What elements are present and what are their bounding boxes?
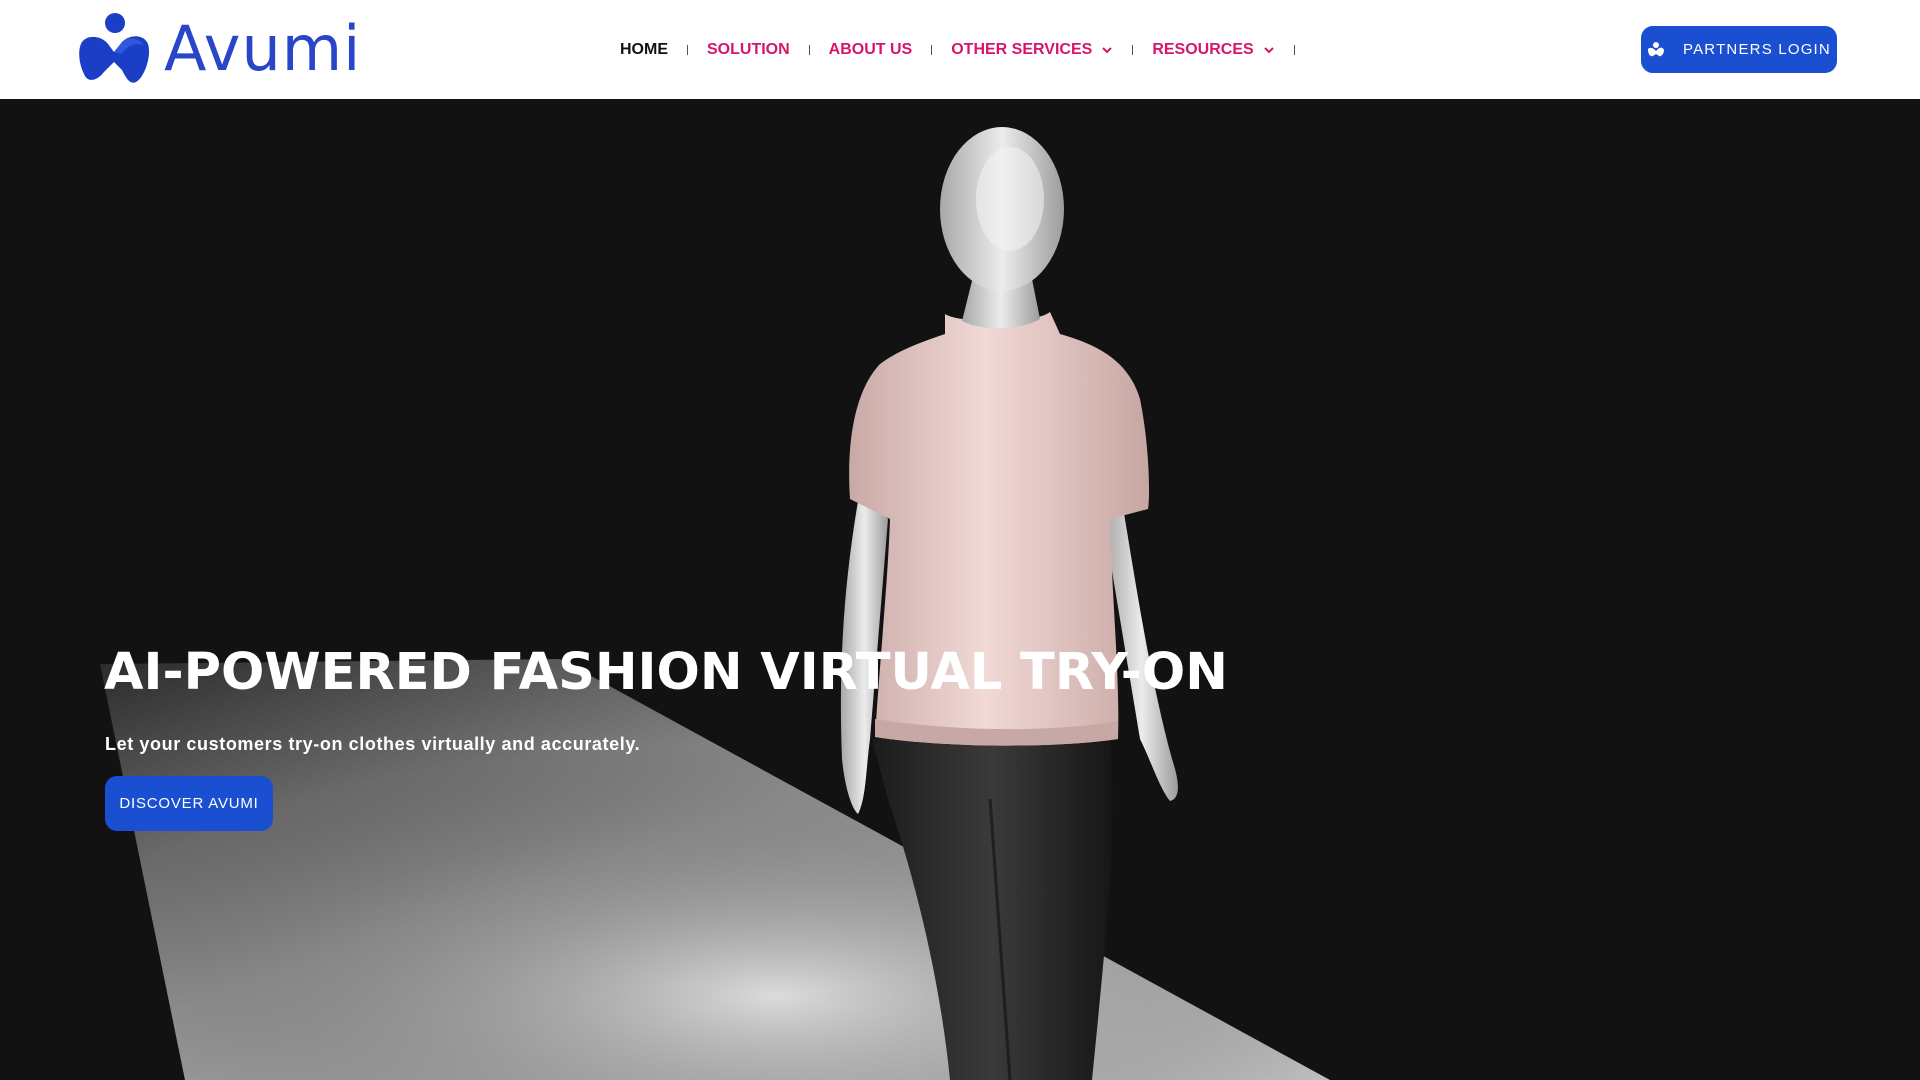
nav-other-services-label: OTHER SERVICES	[951, 41, 1093, 58]
nav-resources-label: RESOURCES	[1152, 41, 1254, 58]
main-nav: HOME SOLUTION ABOUT US OTHER SERVICES RE…	[620, 38, 1314, 62]
brand-name: Avumi	[164, 12, 362, 85]
nav-solution[interactable]: SOLUTION	[707, 41, 790, 59]
user-icon	[1648, 41, 1665, 56]
partners-login-label: PARTNERS LOGIN	[1683, 41, 1831, 58]
nav-home[interactable]: HOME	[620, 41, 668, 59]
avumi-logo-icon	[79, 13, 150, 83]
nav-separator	[1132, 45, 1134, 55]
nav-separator	[931, 45, 933, 55]
nav-about-label: ABOUT US	[828, 41, 913, 58]
nav-separator	[808, 45, 810, 55]
nav-solution-label: SOLUTION	[707, 41, 790, 58]
chevron-down-icon	[1102, 47, 1113, 54]
nav-home-label: HOME	[620, 41, 668, 58]
site-header: Avumi HOME SOLUTION ABOUT US OTHER SERVI…	[0, 0, 1920, 99]
nav-resources[interactable]: RESOURCES	[1152, 41, 1274, 59]
partners-login-button[interactable]: PARTNERS LOGIN	[1641, 26, 1837, 73]
hero-mannequin-image	[0, 99, 1920, 1080]
discover-avumi-label: DISCOVER AVUMI	[119, 795, 259, 812]
hero-title: AI-POWERED FASHION VIRTUAL TRY-ON	[104, 643, 1228, 702]
brand-logo[interactable]: Avumi	[78, 12, 361, 86]
nav-other-services[interactable]: OTHER SERVICES	[951, 41, 1113, 59]
nav-separator	[687, 45, 688, 55]
discover-avumi-button[interactable]: DISCOVER AVUMI	[105, 776, 273, 831]
chevron-down-icon	[1263, 47, 1274, 54]
hero-section: AI-POWERED FASHION VIRTUAL TRY-ON Let yo…	[0, 99, 1920, 1080]
nav-separator	[1293, 45, 1295, 55]
hero-subtitle: Let your customers try-on clothes virtua…	[105, 734, 641, 754]
nav-about-us[interactable]: ABOUT US	[829, 41, 913, 59]
